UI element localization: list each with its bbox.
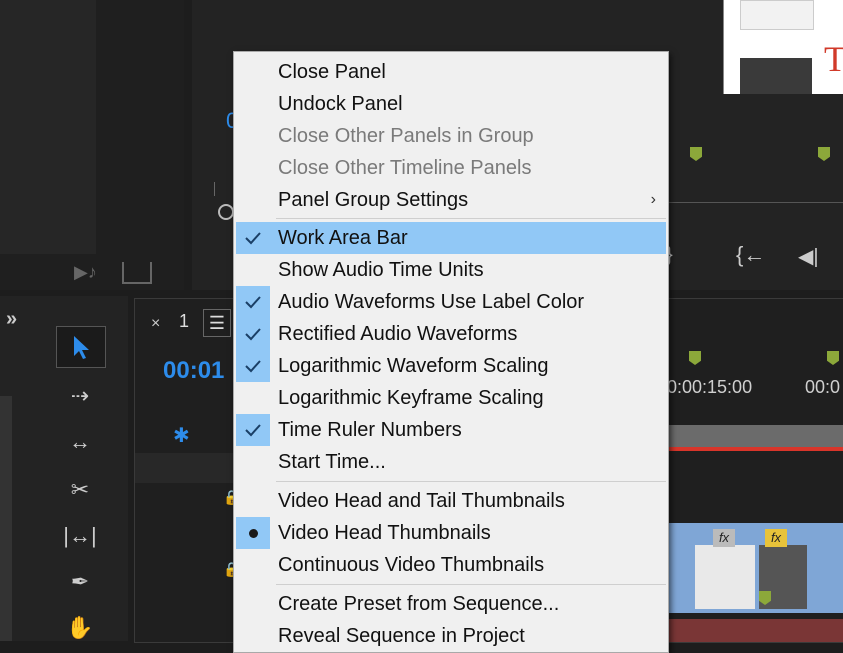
ripple-edit-icon[interactable]: ↔ — [56, 422, 104, 462]
menu-item-undock-panel[interactable]: Undock Panel — [236, 88, 666, 120]
source-panel-inner — [0, 0, 96, 254]
submenu-arrow-icon: › — [650, 191, 656, 208]
fx-badge[interactable]: fx — [765, 529, 787, 547]
timeline-panel-context-menu: Close Panel Undock Panel Close Other Pan… — [233, 51, 669, 653]
go-to-in-icon[interactable]: {← — [736, 242, 765, 268]
checkmark-icon — [236, 350, 270, 382]
menu-item-rectified-audio-waveforms[interactable]: Rectified Audio Waveforms — [236, 318, 666, 350]
playhead-line-bar — [667, 447, 843, 451]
checkmark-icon — [236, 286, 270, 318]
audio-only-icon[interactable]: ▶♪ — [74, 262, 102, 282]
sequence-tab-label[interactable]: 1 — [179, 311, 189, 332]
menu-item-reveal-sequence-in-project[interactable]: Reveal Sequence in Project — [236, 620, 666, 652]
radio-dot-icon — [236, 517, 270, 549]
menu-item-continuous-video-thumbnails[interactable]: Continuous Video Thumbnails — [236, 549, 666, 581]
export-frame-icon[interactable] — [122, 262, 152, 284]
menu-item-show-audio-time-units[interactable]: Show Audio Time Units — [236, 254, 666, 286]
track-select-forward-icon[interactable]: ⇢ — [56, 376, 104, 416]
checkmark-icon — [236, 318, 270, 350]
snap-icon[interactable]: ✱ — [173, 423, 190, 448]
selection-tool-icon[interactable] — [56, 326, 106, 368]
menu-item-logarithmic-waveform-scaling[interactable]: Logarithmic Waveform Scaling — [236, 350, 666, 382]
thumbnail-doc — [740, 0, 814, 30]
menu-separator — [276, 584, 666, 585]
menu-item-close-other-timeline-panels: Close Other Timeline Panels — [278, 157, 532, 179]
menu-item-video-head-and-tail-thumbnails[interactable]: Video Head and Tail Thumbnails — [236, 485, 666, 517]
menu-item-audio-waveforms-use-label-color[interactable]: Audio Waveforms Use Label Color — [236, 286, 666, 318]
playhead-timecode[interactable]: 00:01 — [163, 357, 224, 385]
monitor-ruler[interactable] — [666, 186, 843, 203]
checkmark-icon — [236, 222, 270, 254]
step-back-icon[interactable]: ◀| — [798, 244, 819, 269]
menu-item-close-other-panels-in-group: Close Other Panels in Group — [278, 125, 534, 147]
playhead-handle[interactable] — [218, 204, 234, 220]
pen-tool-icon[interactable]: ✒ — [56, 562, 104, 602]
close-tab-icon[interactable]: × — [151, 315, 160, 333]
menu-separator — [276, 218, 666, 219]
thumbnail-letter: T — [824, 39, 843, 79]
marker-icon[interactable] — [818, 147, 830, 161]
menu-item-panel-group-settings[interactable]: Panel Group Settings › — [236, 184, 666, 216]
menu-item-time-ruler-numbers[interactable]: Time Ruler Numbers — [236, 414, 666, 446]
marker-icon[interactable] — [689, 351, 701, 365]
ruler-label: 0:00:15:00 — [667, 377, 753, 397]
video-clip[interactable] — [667, 523, 843, 613]
razor-icon[interactable]: ✂ — [56, 470, 104, 510]
audio-clip[interactable] — [667, 619, 843, 642]
thumbnail-app — [740, 58, 812, 94]
panel-menu-icon[interactable]: ☰ — [203, 309, 231, 337]
tools-left-strip — [0, 396, 12, 641]
menu-item-work-area-bar[interactable]: Work Area Bar — [236, 222, 666, 254]
hand-tool-icon[interactable]: ✋ — [56, 608, 104, 648]
clip-thumbnail — [695, 545, 755, 609]
menu-item-start-time[interactable]: Start Time... — [236, 446, 666, 478]
track-row — [135, 453, 245, 483]
menu-item-logarithmic-keyframe-scaling[interactable]: Logarithmic Keyframe Scaling — [236, 382, 666, 414]
fx-badge[interactable]: fx — [713, 529, 735, 547]
checkmark-icon — [236, 414, 270, 446]
slip-tool-icon[interactable]: |↔| — [56, 516, 104, 556]
ruler-tick — [214, 182, 215, 196]
menu-item-close-panel[interactable]: Close Panel — [236, 56, 666, 88]
source-monitor-panel: ▶♪ — [0, 0, 184, 290]
marker-icon[interactable] — [827, 351, 839, 365]
menu-separator — [276, 481, 666, 482]
window-thumbnail[interactable]: T — [723, 0, 843, 94]
menu-item-create-preset-from-sequence[interactable]: Create Preset from Sequence... — [236, 588, 666, 620]
work-area-bar[interactable] — [667, 425, 843, 447]
menu-item-video-head-thumbnails[interactable]: Video Head Thumbnails — [236, 517, 666, 549]
expand-panels-icon[interactable]: » — [6, 308, 17, 331]
ruler-label: 00:0 — [805, 377, 841, 397]
marker-icon[interactable] — [690, 147, 702, 161]
